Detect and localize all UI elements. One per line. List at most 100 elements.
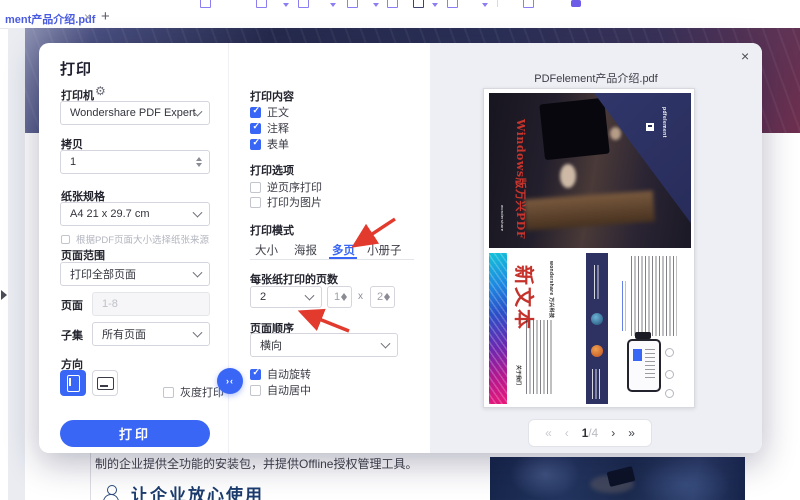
- navy-bar: [586, 253, 608, 404]
- chevron-down-icon: [381, 339, 391, 349]
- gear-icon[interactable]: ⚙: [95, 84, 106, 98]
- auto-center-checkbox[interactable]: [250, 385, 261, 396]
- subset-select[interactable]: 所有页面: [92, 322, 210, 346]
- grid-rows-stepper[interactable]: 1: [327, 286, 352, 308]
- prev-page-button[interactable]: ‹: [565, 426, 569, 440]
- active-tab-underline: [329, 257, 357, 259]
- per-sheet-label: 每张纸打印的页数: [250, 271, 338, 287]
- body-text-block: [526, 320, 552, 394]
- content-annotation-checkbox[interactable]: [250, 123, 261, 134]
- content-label: 打印内容: [250, 88, 294, 104]
- pages-value: 1-8: [102, 298, 118, 310]
- paper-source-checkbox[interactable]: [61, 235, 70, 244]
- chevron-down-icon[interactable]: [283, 3, 289, 7]
- tab-booklet[interactable]: 小册子: [367, 242, 402, 258]
- landscape-icon: [97, 377, 114, 390]
- content-form-label: 表单: [267, 136, 289, 152]
- chevron-down-icon[interactable]: [373, 3, 379, 7]
- chevron-down-icon[interactable]: [432, 3, 438, 7]
- tab-size[interactable]: 大小: [255, 242, 278, 258]
- dialog-title: 打印: [60, 58, 92, 79]
- orientation-landscape-button[interactable]: [92, 370, 118, 396]
- body-text-block: [631, 256, 677, 336]
- paper-select[interactable]: A4 21 x 29.7 cm: [60, 202, 210, 226]
- option-row[interactable]: 逆页序打印: [250, 179, 322, 195]
- toolbar-icon[interactable]: [387, 0, 398, 8]
- close-icon[interactable]: ×: [741, 48, 749, 64]
- first-page-button[interactable]: «: [545, 426, 552, 440]
- content-annotation-label: 注释: [267, 120, 289, 136]
- range-select[interactable]: 打印全部页面: [60, 262, 210, 286]
- grid-rows-value: 1: [334, 291, 340, 303]
- photo-monitor: [539, 98, 609, 160]
- print-as-image-checkbox[interactable]: [250, 197, 261, 208]
- subset-value: 所有页面: [102, 326, 146, 342]
- next-page-button[interactable]: ›: [611, 426, 615, 440]
- preview-sheet: pdfelement Windows版万兴PDF wondershare 新文本…: [483, 88, 695, 408]
- content-form-checkbox[interactable]: [250, 139, 261, 150]
- chevron-down-icon: [193, 328, 203, 338]
- tab-multipage[interactable]: 多页: [332, 242, 355, 258]
- toolbar-icon[interactable]: [447, 0, 458, 8]
- content-row[interactable]: 正文: [250, 104, 289, 120]
- per-sheet-value: 2: [260, 291, 266, 303]
- feature-circle-icon: [665, 389, 674, 398]
- preview-page-1: pdfelement Windows版万兴PDF wondershare: [489, 93, 691, 248]
- auto-center-row[interactable]: 自动居中: [250, 382, 311, 398]
- toolbar-icon[interactable]: [347, 0, 358, 8]
- pdfelement-logo-icon: [646, 123, 654, 131]
- option-row[interactable]: 打印为图片: [250, 194, 322, 210]
- grid-cols-stepper[interactable]: 2: [370, 286, 395, 308]
- per-sheet-select[interactable]: 2: [250, 286, 322, 308]
- chevron-down-icon[interactable]: [330, 3, 336, 7]
- paper-source-row[interactable]: 根据PDF页面大小选择纸张来源: [61, 232, 209, 246]
- toolbar-icon[interactable]: [256, 0, 267, 8]
- device-mockup: [627, 339, 661, 392]
- spinner-up-icon[interactable]: [196, 157, 202, 161]
- orientation-portrait-button[interactable]: [60, 370, 86, 396]
- toolbar-icon[interactable]: [200, 0, 211, 8]
- pages-input[interactable]: 1-8: [92, 292, 210, 316]
- sidebar-expand-icon[interactable]: [1, 290, 7, 300]
- collapse-icon[interactable]: ›‹: [217, 368, 243, 394]
- range-label: 页面范围: [61, 247, 105, 263]
- content-row[interactable]: 表单: [250, 136, 289, 152]
- screen: ment产品介绍.pdf × + 制的企业提供全功能的安装包，并提供Offlin…: [0, 0, 800, 500]
- auto-rotate-row[interactable]: 自动旋转: [250, 366, 311, 382]
- page-indicator: 1/4: [582, 426, 598, 440]
- mode-label: 打印模式: [250, 222, 294, 238]
- content-row[interactable]: 注释: [250, 120, 289, 136]
- tab-document[interactable]: ment产品介绍.pdf: [5, 11, 95, 27]
- tab-close-icon[interactable]: ×: [84, 10, 91, 24]
- reverse-order-checkbox[interactable]: [250, 182, 261, 193]
- chevron-down-icon[interactable]: [482, 3, 488, 7]
- left-scroll-strip: [8, 28, 25, 500]
- toolbar-icon[interactable]: [298, 0, 309, 8]
- printer-select[interactable]: Wondershare PDF Expert: [60, 101, 210, 125]
- tab-poster[interactable]: 海报: [294, 242, 317, 258]
- feature-circle-icon: [665, 348, 674, 357]
- paper-value: A4 21 x 29.7 cm: [70, 208, 150, 220]
- portrait-icon: [67, 375, 80, 392]
- auto-rotate-checkbox[interactable]: [250, 369, 261, 380]
- options-label: 打印选项: [250, 162, 294, 178]
- order-select[interactable]: 横向: [250, 333, 398, 357]
- content-text-checkbox[interactable]: [250, 107, 261, 118]
- toolbar-icon[interactable]: [523, 0, 534, 8]
- new-tab-icon[interactable]: +: [101, 8, 110, 25]
- toolbar-icon[interactable]: [571, 0, 581, 7]
- spinner-down-icon[interactable]: [384, 297, 390, 301]
- toolbar-icon[interactable]: [413, 0, 424, 8]
- grayscale-row[interactable]: 灰度打印: [163, 384, 224, 400]
- grid-cols-value: 2: [377, 291, 383, 303]
- last-page-button[interactable]: »: [628, 426, 635, 440]
- cover-title: Windows版万兴PDF: [513, 119, 529, 239]
- copies-stepper[interactable]: 1: [60, 150, 210, 174]
- grayscale-checkbox[interactable]: [163, 387, 174, 398]
- reverse-order-label: 逆页序打印: [267, 179, 322, 195]
- spinner-down-icon[interactable]: [341, 297, 347, 301]
- print-as-image-label: 打印为图片: [267, 194, 322, 210]
- print-button[interactable]: 打印: [60, 420, 210, 447]
- spinner-down-icon[interactable]: [196, 163, 202, 167]
- person-icon: [103, 485, 119, 500]
